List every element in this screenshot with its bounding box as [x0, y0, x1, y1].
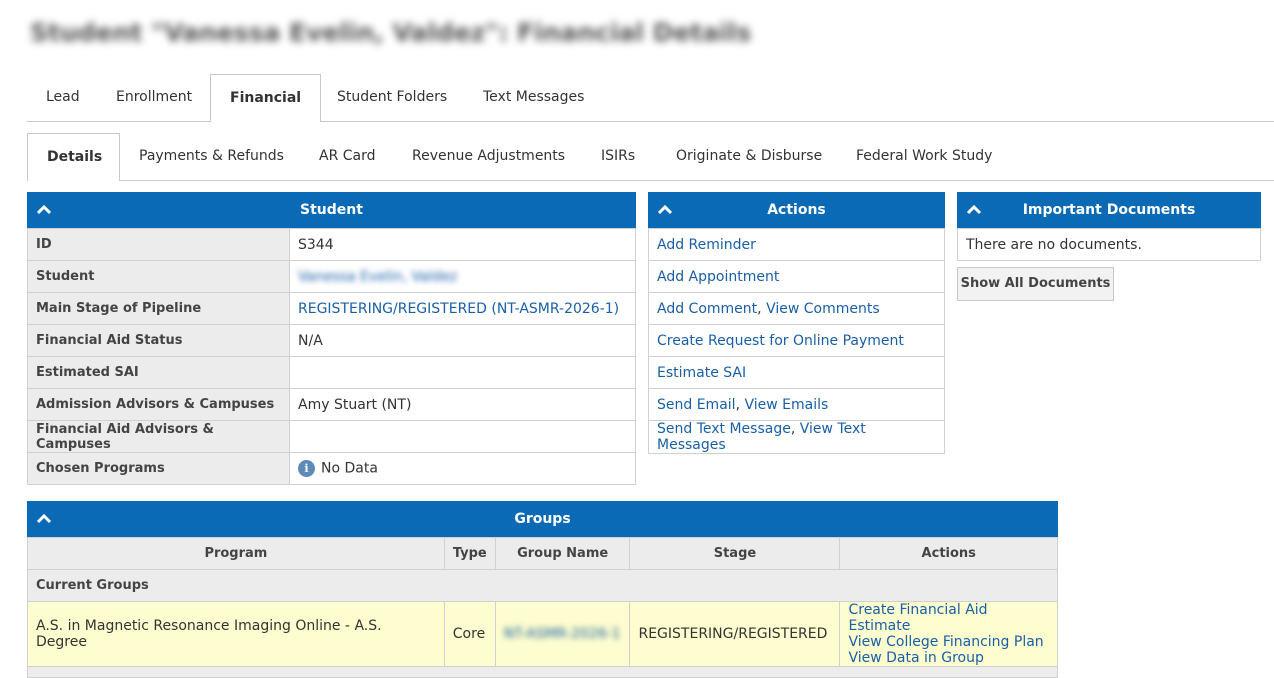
- student-details-table: ID S344 Student Vanessa Evelin, Valdez M…: [27, 228, 636, 485]
- student-row-sai: Estimated SAI: [27, 356, 636, 389]
- student-name-link[interactable]: Vanessa Evelin, Valdez: [298, 269, 457, 285]
- student-row-admission-advisors: Admission Advisors & Campuses Amy Stuart…: [27, 388, 636, 421]
- fa-advisors-value: [289, 420, 636, 453]
- admission-advisors-label: Admission Advisors & Campuses: [27, 388, 290, 421]
- id-label: ID: [27, 228, 290, 261]
- create-fa-estimate-link[interactable]: Create Financial Aid Estimate: [848, 602, 987, 634]
- col-actions: Actions: [839, 537, 1058, 570]
- groups-panel-header[interactable]: Groups: [27, 501, 1058, 537]
- add-reminder-link[interactable]: Add Reminder: [657, 237, 756, 253]
- tab-revenue-adjustments[interactable]: Revenue Adjustments: [393, 133, 584, 179]
- actions-table: Add Reminder Add Appointment Add Comment…: [648, 228, 945, 454]
- estimate-sai-link[interactable]: Estimate SAI: [657, 365, 746, 381]
- col-stage: Stage: [629, 537, 841, 570]
- fa-advisors-label: Financial Aid Advisors & Campuses: [27, 420, 290, 453]
- comma-separator: ,: [790, 421, 796, 437]
- current-groups-label: Current Groups: [27, 569, 1058, 602]
- add-appointment-link[interactable]: Add Appointment: [657, 269, 779, 285]
- tab-details[interactable]: Details: [27, 133, 120, 181]
- sai-label: Estimated SAI: [27, 356, 290, 389]
- tab-originate-disburse[interactable]: Originate & Disburse: [657, 133, 841, 179]
- pipeline-label: Main Stage of Pipeline: [27, 292, 290, 325]
- view-comments-link[interactable]: View Comments: [766, 301, 880, 317]
- col-program: Program: [27, 537, 445, 570]
- tab-payments-refunds[interactable]: Payments & Refunds: [120, 133, 303, 179]
- col-type: Type: [443, 537, 496, 570]
- chosen-programs-label: Chosen Programs: [27, 452, 290, 485]
- page-title: Student "Vanessa Evelin, Valdez": Financ…: [30, 18, 752, 47]
- pipeline-stage-link[interactable]: REGISTERING/REGISTERED (NT-ASMR-2026-1): [298, 301, 619, 317]
- student-row-id: ID S344: [27, 228, 636, 261]
- student-panel-title: Student: [300, 202, 363, 218]
- col-group-name: Group Name: [494, 537, 631, 570]
- comma-separator: ,: [757, 300, 762, 317]
- tab-ar-card[interactable]: AR Card: [300, 133, 395, 179]
- no-documents-text: There are no documents.: [957, 228, 1261, 261]
- create-payment-request-link[interactable]: Create Request for Online Payment: [657, 333, 904, 349]
- tab-text-messages[interactable]: Text Messages: [464, 74, 603, 120]
- fa-status-value: N/A: [289, 324, 636, 357]
- sub-tabs: Details Payments & Refunds AR Card Reven…: [27, 133, 1274, 181]
- student-panel-header[interactable]: Student: [27, 192, 636, 228]
- actions-panel-title: Actions: [767, 202, 826, 218]
- info-icon[interactable]: i: [298, 460, 315, 477]
- student-row-name: Student Vanessa Evelin, Valdez: [27, 260, 636, 293]
- collapse-chevron-icon[interactable]: [37, 501, 51, 537]
- type-cell: Core: [443, 601, 496, 667]
- comma-separator: ,: [735, 396, 741, 413]
- send-text-link[interactable]: Send Text Message: [657, 421, 791, 437]
- student-row-fa-status: Financial Aid Status N/A: [27, 324, 636, 357]
- student-label: Student: [27, 260, 290, 293]
- tab-student-folders[interactable]: Student Folders: [318, 74, 466, 120]
- documents-panel-header[interactable]: Important Documents: [957, 192, 1261, 228]
- groups-panel-title: Groups: [514, 511, 571, 527]
- documents-panel-title: Important Documents: [1022, 202, 1196, 218]
- groups-header-row: Program Type Group Name Stage Actions: [27, 537, 1058, 570]
- actions-panel-header[interactable]: Actions: [648, 192, 945, 228]
- chosen-programs-value: No Data: [321, 460, 378, 477]
- admission-advisors-value: Amy Stuart (NT): [289, 388, 636, 421]
- collapse-chevron-icon[interactable]: [37, 192, 51, 228]
- show-all-documents-button[interactable]: Show All Documents: [957, 267, 1114, 301]
- tab-federal-work-study[interactable]: Federal Work Study: [837, 133, 1011, 179]
- table-footer-row: [27, 666, 1058, 678]
- view-emails-link[interactable]: View Emails: [744, 397, 828, 413]
- stage-cell: REGISTERING/REGISTERED: [629, 601, 841, 667]
- student-row-fa-advisors: Financial Aid Advisors & Campuses: [27, 420, 636, 453]
- main-tabs: Lead Enrollment Financial Student Folder…: [27, 74, 1274, 122]
- tab-lead[interactable]: Lead: [27, 74, 99, 120]
- add-comment-link[interactable]: Add Comment: [657, 301, 757, 317]
- program-cell: A.S. in Magnetic Resonance Imaging Onlin…: [27, 601, 445, 667]
- id-value: S344: [289, 228, 636, 261]
- student-row-programs: Chosen Programs i No Data: [27, 452, 636, 485]
- view-financing-plan-link[interactable]: View College Financing Plan: [848, 634, 1043, 650]
- sai-value: [289, 356, 636, 389]
- fa-status-label: Financial Aid Status: [27, 324, 290, 357]
- tab-financial[interactable]: Financial: [210, 74, 322, 122]
- tab-isirs[interactable]: ISIRs: [582, 133, 654, 179]
- documents-table: There are no documents.: [957, 228, 1261, 261]
- send-email-link[interactable]: Send Email: [657, 397, 736, 413]
- groups-table: Program Type Group Name Stage Actions Cu…: [27, 537, 1058, 678]
- collapse-chevron-icon[interactable]: [658, 192, 672, 228]
- group-name-link[interactable]: NT-ASMR-2026-1: [504, 626, 621, 642]
- collapse-chevron-icon[interactable]: [967, 192, 981, 228]
- student-row-pipeline: Main Stage of Pipeline REGISTERING/REGIS…: [27, 292, 636, 325]
- current-groups-row: Current Groups: [27, 569, 1058, 602]
- table-row: A.S. in Magnetic Resonance Imaging Onlin…: [27, 601, 1058, 667]
- tab-enrollment[interactable]: Enrollment: [97, 74, 211, 120]
- view-data-in-group-link[interactable]: View Data in Group: [848, 650, 983, 666]
